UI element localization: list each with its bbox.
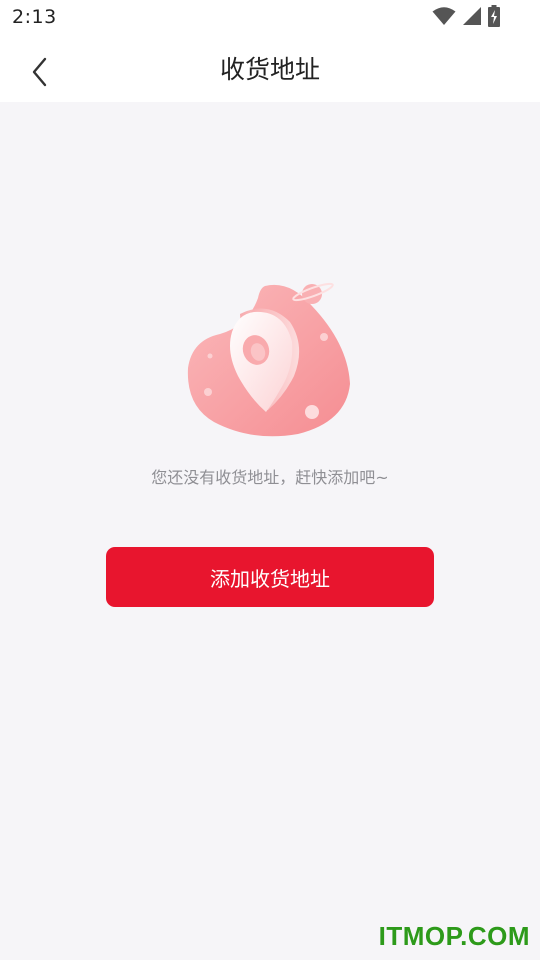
status-icons <box>432 5 500 31</box>
status-bar: 2:13 <box>0 0 540 36</box>
status-time: 2:13 <box>12 6 57 28</box>
add-address-button[interactable]: 添加收货地址 <box>106 547 434 607</box>
watermark-logo: ITMOP.COM <box>378 921 530 951</box>
wifi-icon <box>432 6 456 30</box>
nav-bar: 收货地址 <box>0 36 540 102</box>
page-title: 收货地址 <box>219 55 320 84</box>
signal-icon <box>462 6 482 30</box>
location-pin-illustration <box>180 272 360 444</box>
battery-charging-icon <box>488 5 500 31</box>
empty-state-message: 您还没有收货地址，赶快添加吧~ <box>151 468 389 487</box>
